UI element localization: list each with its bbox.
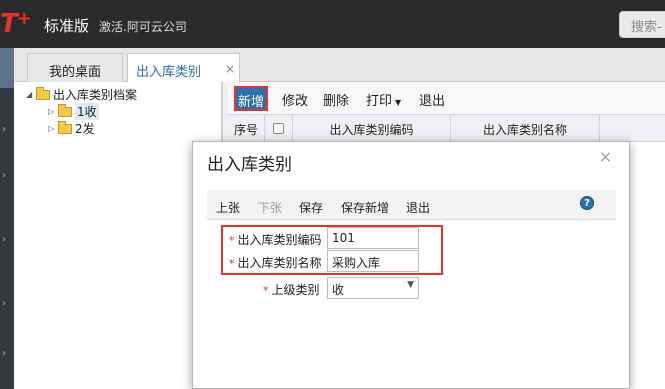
parent-label: * 上级类别 <box>263 283 320 297</box>
tree-root[interactable]: ◢ 出入库类别档案 <box>26 86 137 103</box>
dialog-title: 出入库类别 <box>207 155 292 175</box>
tree-item-label: 1收 <box>75 103 99 120</box>
chevron-right-icon[interactable]: › <box>2 348 6 359</box>
tree-item-1[interactable]: ▷ 1收 <box>48 103 99 120</box>
new-button[interactable]: 新增 <box>234 86 268 111</box>
tab-warehouse-category[interactable]: 出入库类别 × <box>127 53 240 83</box>
company-label: 激活.阿可云公司 <box>99 20 187 34</box>
expand-icon[interactable]: ◢ <box>26 90 36 99</box>
help-icon[interactable]: ? <box>580 196 594 210</box>
tree-item-2[interactable]: ▷ 2发 <box>48 120 95 137</box>
col-header-index: 序号 <box>228 115 265 142</box>
edit-button[interactable]: 修改 <box>282 90 308 109</box>
exit-button[interactable]: 退出 <box>419 90 445 109</box>
print-label: 打印 <box>366 94 393 109</box>
top-bar: T + 标准版 激活.阿可云公司 搜索- <box>0 0 665 48</box>
category-tree: ◢ 出入库类别档案 ▷ 1收 ▷ 2发 <box>14 82 222 389</box>
chevron-down-icon[interactable]: ▼ <box>407 280 414 290</box>
select-all-checkbox[interactable] <box>273 123 284 134</box>
tree-root-label: 出入库类别档案 <box>53 88 138 102</box>
save-button[interactable]: 保存 <box>299 199 323 216</box>
code-input[interactable]: 101 <box>327 227 419 249</box>
left-nav-active-item[interactable] <box>0 48 14 88</box>
tab-strip: 我的桌面 出入库类别 × <box>14 48 665 83</box>
grid-header: 序号 出入库类别编码 出入库类别名称 <box>228 114 665 142</box>
tab-label: 出入库类别 <box>136 65 202 80</box>
tree-item-label: 2发 <box>75 122 95 136</box>
field-row-parent: * 上级类别 收 ▼ <box>193 277 631 299</box>
collapse-arrow-icon[interactable]: ▷ <box>48 107 58 116</box>
tab-label: 我的桌面 <box>48 65 101 80</box>
chevron-down-icon: ▼ <box>395 98 402 107</box>
close-icon[interactable]: × <box>225 62 235 76</box>
parent-select[interactable]: 收 ▼ <box>327 277 419 299</box>
tab-my-desktop[interactable]: 我的桌面 <box>27 53 123 82</box>
exit-button[interactable]: 退出 <box>406 199 430 216</box>
search-input[interactable]: 搜索- <box>619 11 665 38</box>
dialog-toolbar: 上张 下张 保存 保存新增 退出 ? <box>207 190 616 220</box>
folder-icon <box>58 103 72 117</box>
next-button: 下张 <box>258 201 283 215</box>
parent-select-value: 收 <box>332 283 345 297</box>
content-toolbar: 新增 修改 删除 打印 ▼ 退出 <box>228 82 665 114</box>
code-label: * 出入库类别编码 <box>229 233 322 247</box>
chevron-right-icon[interactable]: › <box>2 170 6 181</box>
logo-letter: T <box>0 9 18 39</box>
close-icon[interactable]: × <box>599 147 612 166</box>
edition-label: 标准版 <box>44 17 90 35</box>
name-input[interactable]: 采购入库 <box>327 250 419 272</box>
save-new-button[interactable]: 保存新增 <box>341 199 389 216</box>
field-row-name: * 出入库类别名称 采购入库 <box>193 250 631 272</box>
logo-plus: + <box>16 8 32 29</box>
delete-button[interactable]: 删除 <box>323 90 349 109</box>
left-nav-rail: › › › › › <box>0 48 14 389</box>
col-header-code: 出入库类别编码 <box>293 115 451 142</box>
folder-icon <box>36 86 50 100</box>
name-label: * 出入库类别名称 <box>229 256 322 270</box>
prev-button[interactable]: 上张 <box>216 199 240 216</box>
chevron-right-icon[interactable]: › <box>2 124 6 135</box>
field-row-code: * 出入库类别编码 101 <box>193 227 631 249</box>
chevron-right-icon[interactable]: › <box>2 234 6 245</box>
col-header-select <box>265 115 293 142</box>
collapse-arrow-icon[interactable]: ▷ <box>48 124 58 133</box>
print-button[interactable]: 打印 ▼ <box>366 90 401 109</box>
folder-icon <box>58 120 72 134</box>
col-header-name: 出入库类别名称 <box>451 115 600 142</box>
category-dialog: 出入库类别 × 上张 下张 保存 保存新增 退出 ? * 出入库类别编码 101 … <box>192 141 630 389</box>
chevron-right-icon[interactable]: › <box>2 298 6 309</box>
app-logo: T + <box>0 8 32 39</box>
